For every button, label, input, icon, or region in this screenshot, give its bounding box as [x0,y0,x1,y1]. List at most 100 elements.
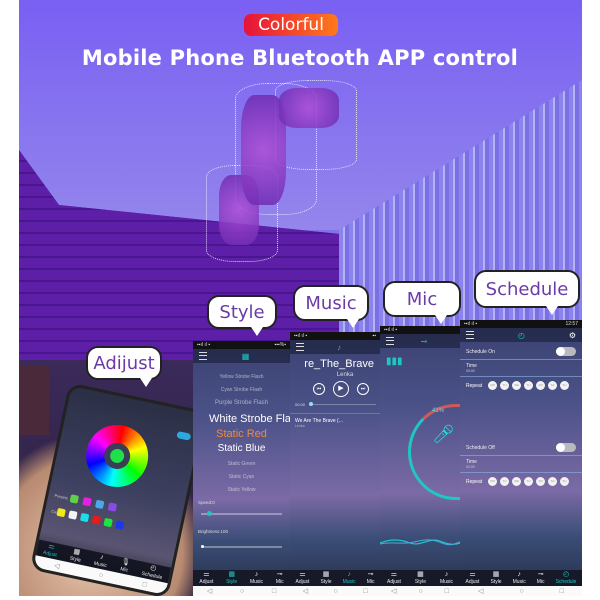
tab-style[interactable]: ▦ Style [226,571,237,585]
tab-style[interactable]: ▦ Style [69,548,83,564]
tab-style[interactable]: ▦ Style [415,571,426,585]
day-toggle[interactable]: SU [560,381,570,390]
day-toggle[interactable]: WE [512,477,522,486]
tab-music[interactable]: ♪ Music [343,571,356,585]
day-toggle[interactable]: SU [560,477,570,486]
tab-music[interactable]: ♪ Music [250,571,263,585]
tab-bar: ⚌ Adjust ▦ Style ♪ Music [380,570,460,586]
tab-music[interactable]: ♪ Music [93,553,109,569]
menu-icon[interactable] [466,331,474,339]
tab-adjust[interactable]: ⚌ Adjust [296,571,310,585]
swatch[interactable] [56,507,66,518]
style-item[interactable]: Cyan Strobe Flash [193,387,290,393]
phone-music: ▪▪ıl ıl ▪ ▪▪ ♪ re_The_Brave Lenka ⏮ ▶ ⏭ 0… [290,332,380,596]
day-toggle[interactable]: SA [548,477,558,486]
home-icon[interactable]: ○ [333,588,337,595]
schedule-on-toggle[interactable] [556,347,576,356]
power-toggle[interactable] [176,431,192,441]
style-item[interactable]: Purple Strobe Flash [193,400,290,406]
style-item-selected[interactable]: Static Red [193,428,290,440]
menu-icon[interactable] [386,337,394,345]
day-toggle[interactable]: TH [524,381,534,390]
off-time-row[interactable]: Time 00:00 [460,456,582,473]
music-icon: ♪ [347,571,351,578]
on-time-row[interactable]: Time 00:00 [460,360,582,377]
tab-mic[interactable]: 🎙 Mic [119,558,131,574]
speed-slider[interactable] [201,511,282,516]
style-item[interactable]: Static Yellow [193,487,290,493]
tab-mic[interactable]: ⊸ Mic [537,571,545,585]
back-icon[interactable]: ◁ [391,587,396,595]
swatch[interactable] [69,494,80,504]
recents-icon[interactable]: □ [142,581,148,589]
spectrum-icon[interactable]: ▮▮▮ [386,356,460,367]
previous-button[interactable]: ⏮ [313,383,325,395]
swatch[interactable] [103,517,113,528]
swatch[interactable] [82,496,92,507]
lamp-glow [279,88,339,128]
day-toggle[interactable]: TH [524,477,534,486]
swatch[interactable] [115,520,125,530]
recents-icon[interactable]: □ [272,588,276,595]
back-icon[interactable]: ◁ [303,587,308,595]
day-toggle[interactable]: MO [488,477,498,486]
day-toggle[interactable]: FR [536,477,546,486]
swatch[interactable] [107,502,118,512]
day-toggle[interactable]: FR [536,381,546,390]
grid-icon: ▦ [417,571,424,578]
home-icon[interactable]: ○ [519,588,523,595]
style-item[interactable]: Static Cyan [193,474,290,480]
home-icon[interactable]: ○ [418,588,422,595]
tab-style[interactable]: ▦ Style [320,571,331,585]
tab-music[interactable]: ♪ Music [440,571,453,585]
slider-knob[interactable] [201,545,204,548]
style-item[interactable]: Static Green [193,461,290,467]
equalizer-icon: ⚌ [390,571,398,578]
tab-adjust[interactable]: ⚌ Adjust [199,571,213,585]
phone-schedule: ▪▪ıl ıl ▪ 12:57 ◴ ⚙ Schedule On Time 00:0… [460,320,582,596]
swatch[interactable] [68,510,78,520]
grid-icon: ▦ [322,571,330,578]
back-icon[interactable]: ◁ [53,561,60,570]
tab-style[interactable]: ▦ Style [490,571,501,585]
play-button[interactable]: ▶ [333,381,349,397]
tab-mic[interactable]: ⊸ Mic [276,571,284,585]
day-toggle[interactable]: TU [500,381,510,390]
tab-adjust[interactable]: ⚌ Adjust [466,571,480,585]
style-item[interactable]: Static Blue [193,443,290,454]
menu-icon[interactable] [296,343,304,351]
swatch[interactable] [94,499,105,510]
progress-bar[interactable] [309,402,376,406]
back-icon[interactable]: ◁ [207,587,212,595]
day-toggle[interactable]: SA [548,381,558,390]
tab-mic[interactable]: ⊸ Mic [367,571,375,585]
track-list-item[interactable]: We Are The Brave (... Lenka [290,413,380,432]
recents-icon[interactable]: □ [445,588,449,595]
next-button[interactable]: ⏭ [357,383,369,395]
back-icon[interactable]: ◁ [478,587,483,595]
style-item[interactable]: Yellow Strobe Flash [193,374,290,380]
microphone-icon[interactable]: 🎤︎ [432,424,455,445]
progress-knob[interactable] [309,402,314,406]
brightness-slider[interactable] [201,545,282,548]
player-controls: ⏮ ▶ ⏭ [290,381,380,397]
off-repeat-row: Repeat MO TU WE TH FR SA SU [460,473,582,490]
schedule-off-toggle[interactable] [556,443,576,452]
recents-icon[interactable]: □ [560,588,564,595]
settings-icon[interactable]: ⚙ [569,331,576,340]
tab-music[interactable]: ♪ Music [513,571,526,585]
tab-adjust[interactable]: ⚌ Adjust [43,542,60,559]
day-toggle[interactable]: MO [488,381,498,390]
swatch[interactable] [91,515,102,525]
recents-icon[interactable]: □ [363,588,367,595]
style-item[interactable]: White Strobe Flash [193,413,290,425]
home-icon[interactable]: ○ [240,588,244,595]
day-toggle[interactable]: TU [500,477,510,486]
day-toggle[interactable]: WE [512,381,522,390]
slider-knob[interactable] [207,511,212,516]
menu-icon[interactable] [199,352,207,360]
home-icon[interactable]: ○ [98,571,104,579]
swatch[interactable] [79,512,90,523]
tab-schedule[interactable]: ◴ Schedule [556,571,577,585]
tab-adjust[interactable]: ⚌ Adjust [387,571,401,585]
